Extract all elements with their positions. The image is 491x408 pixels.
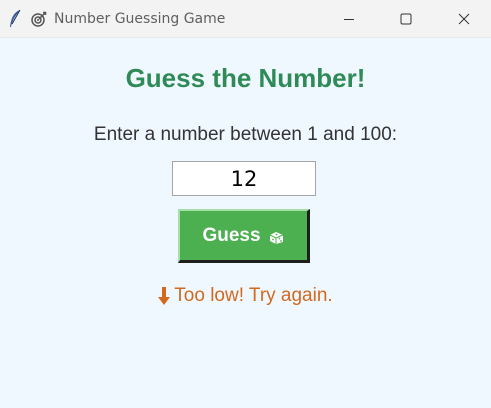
target-icon xyxy=(31,11,47,27)
minimize-button[interactable] xyxy=(326,0,372,37)
guess-button[interactable]: Guess xyxy=(178,209,310,263)
feather-icon xyxy=(10,9,21,27)
page-title: Guess the Number! xyxy=(125,63,366,93)
close-button[interactable] xyxy=(441,0,487,37)
maximize-icon xyxy=(400,13,412,24)
maximize-button[interactable] xyxy=(383,0,429,37)
feedback-text: Too low! Try again. xyxy=(174,285,333,306)
window-title: Number Guessing Game xyxy=(54,11,226,27)
down-arrow-icon xyxy=(158,287,171,305)
minimize-icon xyxy=(344,18,354,20)
game-window: Number Guessing Game Guess the Number! E… xyxy=(0,0,491,408)
close-icon xyxy=(458,13,470,24)
guess-button-label: Guess xyxy=(202,224,261,246)
guess-input[interactable] xyxy=(172,161,316,196)
dice-icon xyxy=(269,232,283,244)
game-content: Guess the Number! Enter a number between… xyxy=(0,38,491,408)
instruction-label: Enter a number between 1 and 100: xyxy=(93,124,398,145)
title-bar[interactable]: Number Guessing Game xyxy=(0,0,491,38)
feedback-message: Too low! Try again. xyxy=(0,285,491,307)
